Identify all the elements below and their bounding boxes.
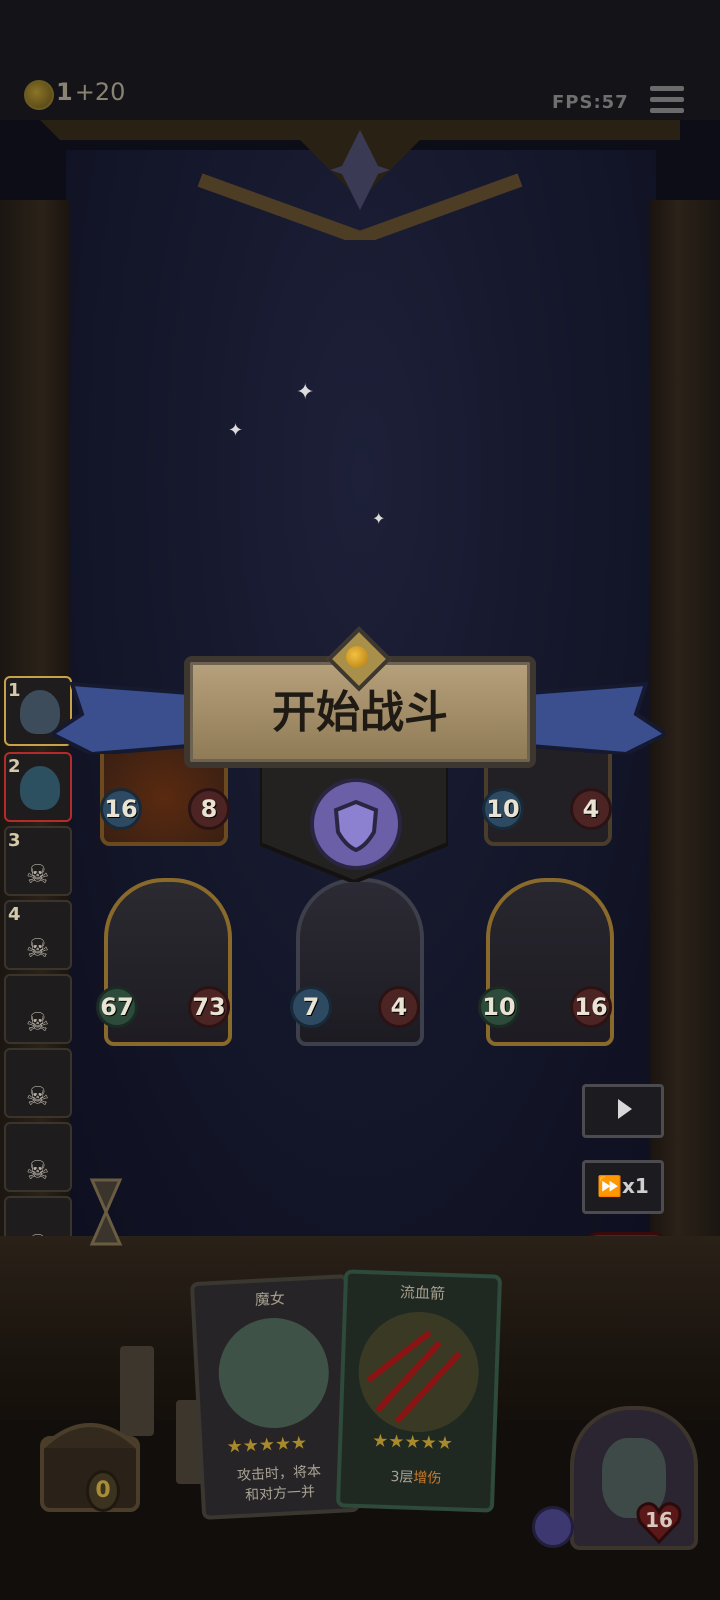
skull-icon: ☠ (26, 1156, 50, 1186)
attack-stat: 10 (482, 788, 524, 830)
arrows-icon (356, 1309, 481, 1435)
witch-portrait (215, 1315, 332, 1431)
hand-card-witch[interactable]: 魔女 ★★★★★ 攻击时，将本 和对方一并 (189, 1274, 361, 1520)
gem-icon (346, 646, 368, 668)
attack-stat: 10 (478, 986, 520, 1028)
card-title: 流血箭 (399, 1283, 446, 1303)
speed-button[interactable]: ⏩x1 (582, 1160, 664, 1214)
card-description: 攻击时，将本 和对方一并 (214, 1461, 346, 1508)
rarity-stars: ★★★★★ (226, 1432, 308, 1458)
rarity-stars: ★★★★★ (371, 1430, 454, 1455)
play-icon (618, 1099, 632, 1119)
queue-slot[interactable]: ☠ (4, 974, 72, 1044)
attack-stat: 16 (100, 788, 142, 830)
sparkle-icon: ✦ (296, 380, 315, 405)
card-description-prefix: 3层 (390, 1469, 414, 1486)
skull-icon: ☠ (26, 934, 50, 964)
hamburger-menu-icon[interactable] (650, 86, 684, 116)
hand-card-bleeding-arrow[interactable]: 流血箭 ★★★★★ 3层增伤 (335, 1269, 503, 1513)
queue-slot[interactable]: ☠ (4, 1048, 72, 1118)
skull-icon: ☠ (26, 860, 50, 890)
shield-emblem (310, 778, 402, 870)
card-title: 魔女 (254, 1289, 286, 1309)
coin-amount: 1 (56, 78, 73, 106)
attack-stat: 67 (96, 986, 138, 1028)
queue-number: 1 (8, 680, 21, 701)
coin-gain: +20 (74, 78, 126, 106)
fast-forward-icon: ⏩ (597, 1174, 623, 1198)
health-stat: 16 (570, 986, 612, 1028)
sparkle-icon: ✦ (228, 420, 244, 441)
queue-slot[interactable]: 4 ☠ (4, 900, 72, 970)
portrait-icon (20, 766, 60, 810)
health-stat: 8 (188, 788, 230, 830)
coin-icon (24, 80, 54, 110)
health-stat: 4 (570, 788, 612, 830)
card-description: 3层增伤 (351, 1466, 482, 1491)
skull-icon: ☠ (26, 1082, 50, 1112)
card-keyword: 增伤 (413, 1469, 442, 1487)
hourglass-icon (88, 1176, 124, 1248)
sparkle-icon: ✦ (372, 509, 386, 528)
queue-slot[interactable]: 3 ☠ (4, 826, 72, 896)
queue-slot[interactable]: ☠ (4, 1122, 72, 1192)
hero-shield-icon (532, 1506, 574, 1548)
queue-number: 4 (8, 904, 21, 925)
health-stat: 73 (188, 986, 230, 1028)
health-stat: 4 (378, 986, 420, 1028)
attack-stat: 7 (290, 986, 332, 1028)
hero-health: 16 (645, 1508, 673, 1532)
chest-count: 0 (86, 1470, 120, 1512)
fps-readout: FPS:57 (552, 92, 629, 113)
queue-number: 3 (8, 830, 21, 851)
arch-ornament (40, 120, 680, 240)
queue-slot[interactable]: 2 (4, 752, 72, 822)
skull-icon: ☠ (26, 1008, 50, 1038)
coin-counter: 1+20 (56, 78, 125, 106)
queue-number: 2 (8, 756, 21, 777)
shield-icon (333, 799, 379, 853)
play-button[interactable] (582, 1084, 664, 1138)
speed-label: x1 (622, 1174, 649, 1198)
